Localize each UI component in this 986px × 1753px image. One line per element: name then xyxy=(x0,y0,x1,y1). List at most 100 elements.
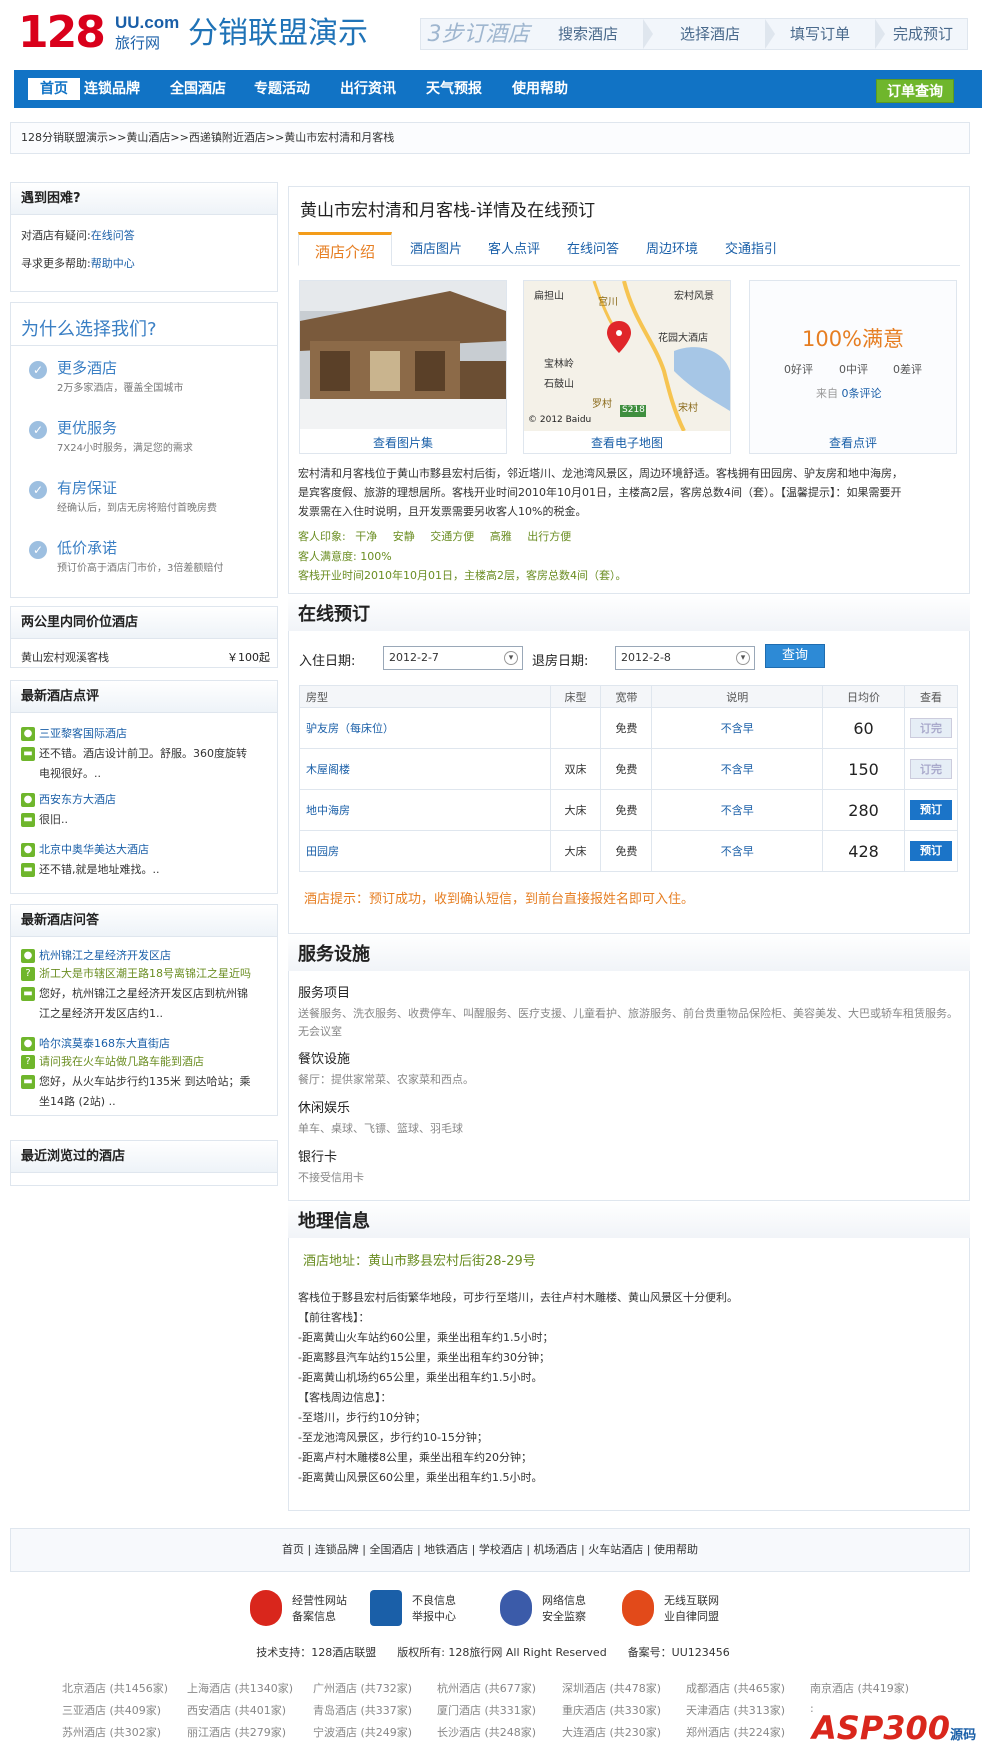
room-name[interactable]: 驴友房（每床位） xyxy=(299,707,551,749)
city-link[interactable]: 北京酒店 (共1456家) xyxy=(62,1680,168,1696)
hotel-photo-card[interactable]: 查看图片集 xyxy=(299,280,507,454)
badge-report-center[interactable]: 不良信息 举报中心 xyxy=(370,1590,490,1630)
nav-help[interactable]: 使用帮助 xyxy=(512,70,568,108)
security-badge-icon xyxy=(500,1590,532,1626)
tab-reviews[interactable]: 客人点评 xyxy=(488,236,540,264)
query-button[interactable]: 查询 xyxy=(765,644,825,668)
city-link[interactable]: 苏州酒店 (共302家) xyxy=(62,1724,161,1740)
room-note[interactable]: 不含早 xyxy=(651,748,824,790)
city-link[interactable]: 深圳酒店 (共478家) xyxy=(562,1680,661,1696)
city-link[interactable]: 郑州酒店 (共224家) xyxy=(686,1724,785,1740)
view-reviews-link[interactable]: 查看点评 xyxy=(750,434,956,451)
map-label: 罗村 xyxy=(592,399,612,410)
room-note[interactable]: 不含早 xyxy=(651,707,824,749)
room-bed xyxy=(549,707,602,749)
reviews-title: 最新酒店点评 xyxy=(11,681,277,713)
service-title: 服务项目 xyxy=(298,986,351,1001)
city-link[interactable]: 西安酒店 (共401家) xyxy=(187,1702,286,1718)
city-link[interactable]: 宁波酒店 (共249家) xyxy=(313,1724,412,1740)
badge-network-security[interactable]: 网络信息 安全监察 xyxy=(500,1590,620,1630)
review-count-link[interactable]: 0条评论 xyxy=(842,387,882,400)
checkout-label: 退房日期: xyxy=(532,654,589,669)
city-link[interactable]: 杭州酒店 (共677家) xyxy=(437,1680,536,1696)
satisfaction-score: 100%满意 xyxy=(801,327,905,351)
help-center-link[interactable]: 帮助中心 xyxy=(91,257,135,270)
review-hotel-link[interactable]: 三亚黎客国际酒店 xyxy=(39,727,127,740)
room-name[interactable]: 田园房 xyxy=(299,830,551,872)
order-query-button[interactable]: 订单查询 xyxy=(876,79,954,103)
comment-icon: ▬ xyxy=(21,863,35,877)
nav-home[interactable]: 首页 xyxy=(28,78,80,100)
checkin-date-field[interactable]: 2012-2-7 ▾ xyxy=(383,646,523,670)
nav-chain-brands[interactable]: 连锁品牌 xyxy=(84,70,140,108)
checkout-value: 2012-2-8 xyxy=(621,651,671,664)
city-link[interactable]: 南京酒店 (共419家) xyxy=(810,1680,909,1696)
desc-line: 发票需在入住时说明，且开发票需要另收客人10%的税金。 xyxy=(298,505,587,518)
city-link[interactable]: 丽江酒店 (共279家) xyxy=(187,1724,286,1740)
badge-wireless-alliance[interactable]: 无线互联网 业自律同盟 xyxy=(622,1590,742,1630)
photo-gallery-link[interactable]: 查看图片集 xyxy=(300,434,506,451)
map-label: 宏村风景 xyxy=(674,291,714,302)
nav-weather[interactable]: 天气预报 xyxy=(426,70,482,108)
city-link[interactable]: 长沙酒店 (共248家) xyxy=(437,1724,536,1740)
city-link[interactable]: 上海酒店 (共1340家) xyxy=(187,1680,293,1696)
nav-specials[interactable]: 专题活动 xyxy=(254,70,310,108)
geo-title: 地理信息 xyxy=(298,1211,370,1232)
impression-tag: 高雅 xyxy=(489,530,512,543)
review-hotel-link[interactable]: 西安东方大酒店 xyxy=(39,793,116,806)
breadcrumb[interactable]: 128分销联盟演示>>黄山酒店>>西递镇附近酒店>>黄山市宏村清和月客栈 xyxy=(10,122,970,154)
city-link[interactable]: 重庆酒店 (共330家) xyxy=(562,1702,661,1718)
nav-all-hotels[interactable]: 全国酒店 xyxy=(170,70,226,108)
main-nav: 首页 连锁品牌 全国酒店 专题活动 出行资讯 天气预报 使用帮助 订单查询 xyxy=(14,70,982,108)
room-note[interactable]: 不含早 xyxy=(651,789,824,831)
review-hotel-link[interactable]: 北京中奥华美达大酒店 xyxy=(39,843,149,856)
tab-hotel-photos[interactable]: 酒店图片 xyxy=(410,236,462,264)
qa-question-text: 浙工大是市辖区潮王路18号离锦江之星近吗 xyxy=(39,967,251,980)
city-link[interactable]: 青岛酒店 (共337家) xyxy=(313,1702,412,1718)
online-qa-link[interactable]: 在线问答 xyxy=(91,229,135,242)
impression-tag: 干净 xyxy=(355,530,378,543)
tab-hotel-intro[interactable]: 酒店介绍 xyxy=(298,232,393,266)
nearby-hotel-link[interactable]: 黄山宏村观溪客栈 xyxy=(21,649,109,665)
city-link[interactable]: 成都酒店 (共465家) xyxy=(686,1680,785,1696)
room-name[interactable]: 地中海房 xyxy=(299,789,551,831)
qa-hotel-link[interactable]: 杭州锦江之星经济开发区店 xyxy=(39,949,171,962)
footer-links[interactable]: 首页 | 连锁品牌 | 全国酒店 | 地铁酒店 | 学校酒店 | 机场酒店 | … xyxy=(10,1528,970,1572)
checkout-date-field[interactable]: 2012-2-8 ▾ xyxy=(615,646,755,670)
checkin-value: 2012-2-7 xyxy=(389,651,439,664)
nav-travel-news[interactable]: 出行资讯 xyxy=(340,70,396,108)
geo-line: -距离黄山机场约65公里，乘坐出租车约1.5小时。 xyxy=(298,1371,543,1384)
tab-surroundings[interactable]: 周边环境 xyxy=(646,236,698,264)
sold-out-button: 订完 xyxy=(909,718,952,738)
book-button[interactable]: 预订 xyxy=(909,800,952,820)
qa-question: ? 请问我在火车站做几路车能到酒店 xyxy=(21,1053,204,1069)
book-button[interactable]: 预订 xyxy=(909,841,952,861)
city-link[interactable]: 三亚酒店 (共409家) xyxy=(62,1702,161,1718)
room-net: 免费 xyxy=(600,830,653,872)
badge-line: 不良信息 xyxy=(412,1594,456,1607)
qa-hotel-link[interactable]: 哈尔滨莫泰168东大直街店 xyxy=(39,1037,170,1050)
geo-line: 【客栈周边信息】： xyxy=(298,1391,392,1404)
city-link[interactable]: 大连酒店 (共230家) xyxy=(562,1724,661,1740)
room-note[interactable]: 不含早 xyxy=(651,830,824,872)
check-icon: ✓ xyxy=(29,541,47,559)
city-link[interactable]: 厦门酒店 (共331家) xyxy=(437,1702,536,1718)
col-bed: 床型 xyxy=(549,685,602,708)
site-logo[interactable]: 128 UU.com 旅行网 xyxy=(18,10,179,56)
good-count: 0好评 xyxy=(784,363,813,376)
badge-website-record[interactable]: 经营性网站 备案信息 xyxy=(250,1590,370,1630)
city-link[interactable]: 天津酒店 (共313家) xyxy=(686,1702,785,1718)
tab-transport[interactable]: 交通指引 xyxy=(725,236,777,264)
map-card[interactable]: 扁担山 宫川 宏村风景 花园大酒店 宝林岭 石鼓山 罗村 宋村 S218 © 2… xyxy=(523,280,731,454)
room-name[interactable]: 木屋阁楼 xyxy=(299,748,551,790)
badge-line: 网络信息 xyxy=(542,1594,586,1607)
tab-qa[interactable]: 在线问答 xyxy=(567,236,619,264)
col-price: 日均价 xyxy=(822,685,905,708)
e-map-link[interactable]: 查看电子地图 xyxy=(524,434,730,451)
col-broadband: 宽带 xyxy=(600,685,653,708)
impression-tag: 出行方便 xyxy=(527,530,572,543)
nearby-box: 两公里内同价位酒店 黄山宏村观溪客栈 ￥100起 xyxy=(10,606,278,668)
comment-icon: ▬ xyxy=(21,813,35,827)
city-link[interactable]: 广州酒店 (共732家) xyxy=(313,1680,412,1696)
booking-tip: 酒店提示：预订成功，收到确认短信，到前台直接报姓名即可入住。 xyxy=(304,892,695,907)
